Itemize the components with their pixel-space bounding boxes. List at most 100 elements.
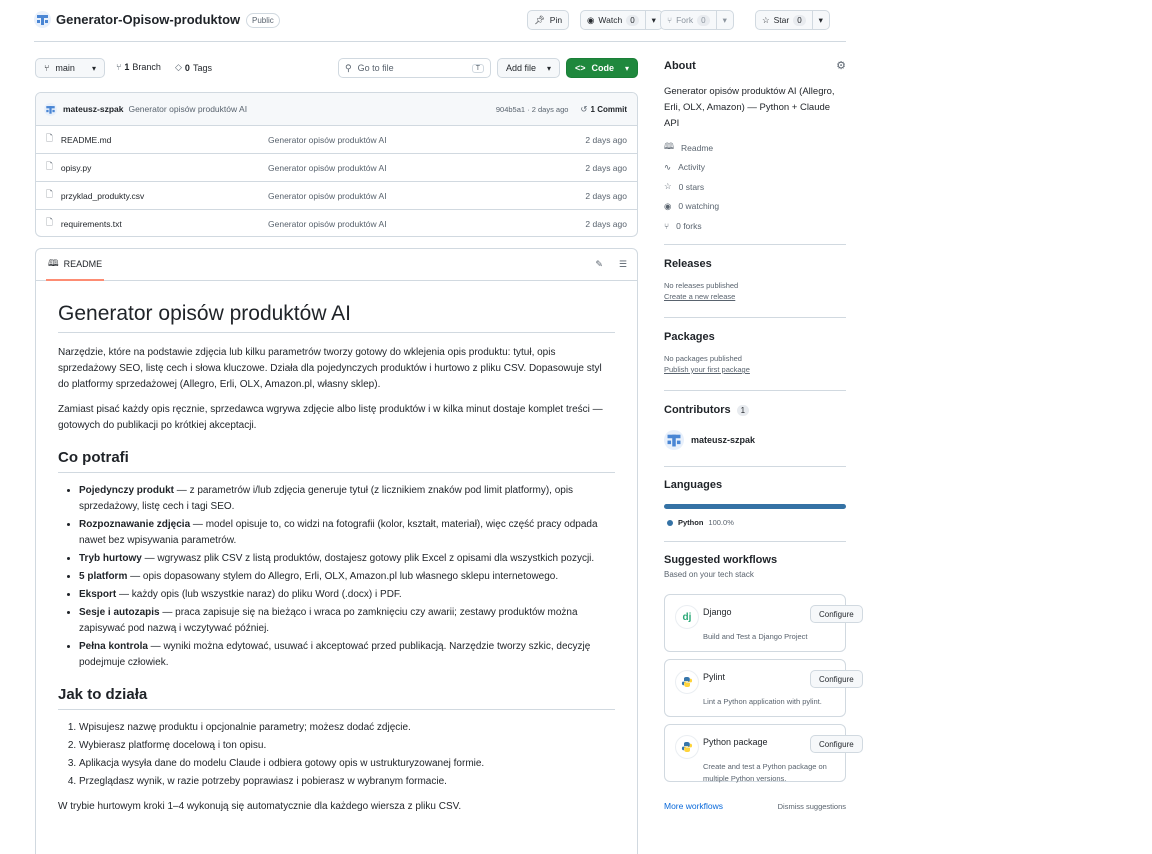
tags-link[interactable]: ◇ 0 Tags [175,62,212,73]
watching-link[interactable]: ◉ 0 watching [664,197,846,217]
feature-text: — każdy opis (lub wszystkie naraz) do pl… [116,589,402,600]
releases-section: Releases No releases published Create a … [664,258,846,301]
commits-link[interactable]: 1 Commit [591,105,627,114]
repo-name-link[interactable]: Generator-Opisow-produktow [56,12,240,27]
gear-icon[interactable]: ⚙ [836,59,846,72]
commit-message[interactable]: Generator opisów produktów AI [128,104,247,114]
releases-heading[interactable]: Releases [664,258,846,270]
file-name-link[interactable]: requirements.txt [61,219,122,229]
search-icon: ⚲ [345,62,352,73]
readme-content: Generator opisów produktów AI Narzędzie,… [36,281,637,815]
branches-link[interactable]: ⑂ 1 Branch [116,62,161,72]
latest-commit-row: mateusz-szpak Generator opisów produktów… [36,93,637,126]
language-color-dot [667,519,673,526]
configure-button[interactable]: Configure [810,670,863,688]
pin-button[interactable]: 📌︎ Pin [527,10,570,30]
chevron-down-icon: ▾ [91,63,96,73]
forks-link[interactable]: ⑂ 0 forks [664,216,846,236]
contributors-count: 1 [736,404,750,416]
sidebar-divider [664,466,846,467]
file-commit-message[interactable]: Generator opisów produktów AI [268,163,585,173]
code-icon: <> [575,63,586,73]
commit-author[interactable]: mateusz-szpak [63,104,123,114]
file-row[interactable]: 🗋︎ przyklad_produkty.csv Generator opisów … [36,182,637,210]
go-to-file-input[interactable]: ⚲ Go to file T [338,58,491,78]
star-icon: ☆ [762,14,770,25]
eye-icon: ◉ [587,14,595,25]
repo-owner-avatar-icon[interactable] [34,11,51,28]
contributors-heading[interactable]: Contributors [664,404,731,416]
contributor-item[interactable]: mateusz-szpak [664,430,846,450]
workflow-card: dj Django Build and Test a Django Project C… [664,594,863,652]
file-row[interactable]: 🗋︎ requirements.txt Generator opisów produ… [36,210,637,236]
code-button[interactable]: <> Code ▾ [566,58,638,78]
file-name-cell: 🗋︎ przyklad_produkty.csv [46,189,268,203]
branch-icon: ⑂ [116,62,122,72]
create-release-link[interactable]: Create a new release [664,292,846,301]
fork-button[interactable]: ⑂ Fork 0 ▾ [660,10,734,30]
file-commit-message[interactable]: Generator opisów produktów AI [268,191,585,201]
python-logo-icon [675,670,699,694]
readme-heading-features: Co potrafi [58,448,615,473]
about-section: About ⚙ Generator opisów produktów AI (A… [664,59,846,236]
fork-icon: ⑂ [664,220,670,231]
file-name-link[interactable]: opisy.py [61,163,92,173]
history-icon: ↺ [580,103,588,114]
fork-dropdown-caret-icon[interactable]: ▾ [715,11,733,29]
language-item[interactable]: Python 100.0% [664,518,846,527]
workflow-name: Pylint [703,672,726,682]
packages-heading[interactable]: Packages [664,331,846,343]
feature-text: — opis dopasowany stylem do Allegro, Erl… [127,571,559,582]
watch-label: Watch [598,15,623,25]
file-name-link[interactable]: README.md [61,135,112,145]
outline-list-icon[interactable]: ☰ [619,259,627,270]
file-commit-message[interactable]: Generator opisów produktów AI [268,135,585,145]
star-dropdown-caret-icon[interactable]: ▾ [811,11,829,29]
language-bar-python [664,504,846,509]
readme-link-label: Readme [681,142,714,153]
dismiss-suggestions-link[interactable]: Dismiss suggestions [778,802,846,811]
file-icon: 🗋︎ [46,132,53,143]
file-row[interactable]: 🗋︎ opisy.py Generator opisów produktów AI 2… [36,154,637,182]
author-avatar-icon[interactable] [44,102,57,116]
watch-count: 0 [626,14,639,26]
commit-hash-date[interactable]: 904b5a1 · 2 days ago [496,105,569,114]
feature-name: Rozpoznawanie zdjęcia [79,519,191,530]
about-heading: About [664,59,696,72]
chevron-down-icon: ▾ [624,63,629,73]
contributor-name: mateusz-szpak [691,435,756,445]
feature-name: Pojedynczy produkt [79,485,175,496]
workflow-description: Lint a Python application with pylint. [703,697,822,706]
repo-header: Generator-Opisow-produktow Public 📌︎ Pin … [34,8,846,36]
code-label: Code [591,63,615,73]
watch-button[interactable]: ◉ Watch 0 ▾ [580,10,663,30]
file-commit-date: 2 days ago [585,162,627,173]
add-file-button[interactable]: Add file ▾ [497,58,560,78]
readme-intro-1: Narzędzie, które na podstawie zdjęcia lu… [58,347,602,390]
activity-link[interactable]: ∿ Activity [664,158,846,178]
tags-count: 0 [184,62,190,73]
file-name-link[interactable]: przyklad_produkty.csv [61,191,144,201]
star-icon: ☆ [664,181,672,192]
django-logo-icon: dj [675,605,699,629]
language-percent: 100.0% [708,518,734,527]
stars-link[interactable]: ☆ 0 stars [664,177,846,197]
readme-link[interactable]: 🕮︎ Readme [664,138,846,158]
file-commit-date: 2 days ago [585,134,627,145]
readme-tab[interactable]: 🕮︎ README [46,249,105,281]
edit-pencil-icon[interactable]: ✎ [595,259,603,270]
workflow-description: Create and test a Python package on mult… [703,762,827,783]
readme-outro: W trybie hurtowym kroki 1–4 wykonują się… [58,801,462,812]
step-item: Wpisujesz nazwę produktu i opcjonalnie p… [79,720,615,736]
steps-list: Wpisujesz nazwę produktu i opcjonalnie p… [58,720,615,790]
sidebar-divider [664,244,846,245]
feature-name: Eksport [79,589,117,600]
configure-button[interactable]: Configure [810,735,863,753]
more-workflows-link[interactable]: More workflows [664,801,723,811]
star-button[interactable]: ☆ Star 0 ▾ [755,10,830,30]
branch-select[interactable]: ⑂ main ▾ [35,58,105,78]
file-commit-message[interactable]: Generator opisów produktów AI [268,219,585,229]
file-row[interactable]: 🗋︎ README.md Generator opisów produktów AI… [36,126,637,154]
configure-button[interactable]: Configure [810,605,863,623]
publish-package-link[interactable]: Publish your first package [664,365,846,374]
